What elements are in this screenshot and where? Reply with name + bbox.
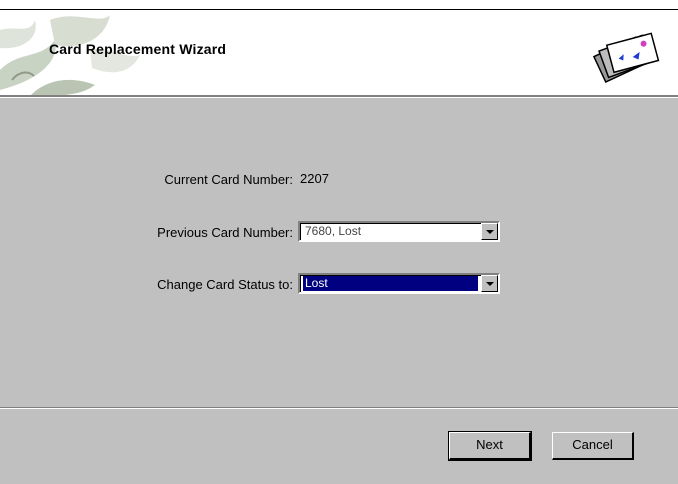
header-divider	[0, 95, 678, 98]
cards-icon	[592, 32, 660, 84]
previous-card-label: Previous Card Number:	[157, 225, 293, 240]
wizard-header: Card Replacement Wizard	[0, 9, 678, 96]
chevron-down-icon	[486, 230, 494, 234]
change-status-label: Change Card Status to:	[157, 277, 293, 292]
change-status-dropdown-button[interactable]	[481, 275, 498, 292]
change-status-selected: Lost	[303, 276, 478, 291]
cancel-button[interactable]: Cancel	[552, 432, 634, 460]
previous-card-dropdown-button[interactable]	[481, 223, 498, 240]
current-card-value: 2207	[300, 171, 329, 186]
chevron-down-icon	[486, 282, 494, 286]
footer-divider	[0, 407, 678, 409]
previous-card-selected: 7680, Lost	[305, 224, 362, 238]
next-button[interactable]: Next	[448, 431, 532, 461]
current-card-label: Current Card Number:	[164, 172, 293, 187]
previous-card-dropdown[interactable]: 7680, Lost	[298, 221, 500, 242]
change-status-dropdown[interactable]: Lost	[298, 273, 500, 294]
wizard-title: Card Replacement Wizard	[49, 41, 227, 57]
top-rule	[0, 0, 678, 9]
